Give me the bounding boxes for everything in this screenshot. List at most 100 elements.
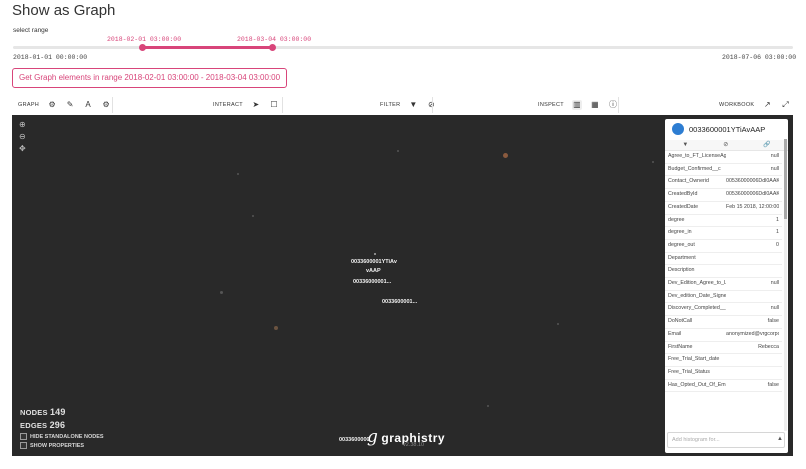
settings-icon[interactable]: ⚙ (47, 100, 57, 110)
graph-node[interactable] (274, 326, 278, 330)
exclude-icon[interactable]: ⊘ (723, 140, 728, 150)
attribute-row[interactable]: Dev_Edition_Agree_to_License_Agreement__… (665, 278, 782, 291)
attribute-row[interactable]: Agree_to_FT_LicenseAgreement__c null (665, 151, 782, 164)
graph-node[interactable] (252, 215, 254, 217)
table-icon[interactable]: ▦ (590, 100, 600, 110)
node-label[interactable]: 0033600001YTiAv (351, 259, 397, 265)
slider-selected-range (142, 46, 273, 49)
font-icon[interactable]: A (83, 100, 93, 110)
chevron-up-icon[interactable]: ▲ (777, 436, 783, 442)
attribute-row[interactable]: CreatedById 00536000006Ddl0AAK (665, 189, 782, 202)
slider-start-handle[interactable] (139, 44, 146, 51)
node-id: 0033600001YTiAvAAP (689, 124, 766, 134)
inspect-group: INSPECT ▥ ▦ ⓘ (538, 95, 618, 115)
attribute-row[interactable]: Description (665, 265, 782, 279)
inspector-tabs: ▼ ⊘ 🔗 (665, 140, 788, 151)
attribute-row[interactable]: Email anonymized@vrgcorporation.com (665, 329, 782, 342)
hide-standalone-option[interactable]: HIDE STANDALONE NODES (20, 433, 104, 440)
toolbar-separator (618, 97, 619, 113)
attribute-value (726, 354, 779, 366)
attribute-value: false (767, 381, 779, 388)
layout-icon[interactable]: ⚙ (101, 100, 111, 110)
attribute-value (726, 253, 779, 265)
attribute-key: CreatedDate (668, 203, 699, 210)
add-histogram-input[interactable]: Add histogram for... (667, 432, 785, 448)
fullscreen-icon[interactable]: ⤢ (780, 100, 790, 110)
attribute-row[interactable]: Dev_edition_Date_Signed_Up (665, 291, 782, 304)
show-properties-checkbox[interactable] (20, 442, 27, 449)
graph-node[interactable] (503, 153, 508, 158)
attribute-row[interactable]: degree_out 0 (665, 240, 782, 253)
hide-standalone-checkbox[interactable] (20, 433, 27, 440)
center-icon[interactable]: ✥ (19, 144, 26, 153)
attribute-list: Agree_to_FT_LicenseAgreement__cnullBudge… (665, 151, 782, 431)
pointer-icon[interactable]: ➤ (251, 100, 261, 110)
toolbar: GRAPH ⚙ ✎ A ⚙ INTERACT ➤ ☐ FILTER ▼ ⊘ IN… (12, 95, 793, 116)
get-range-button[interactable]: Get Graph elements in range 2018-02-01 0… (12, 68, 288, 88)
attribute-row[interactable]: DoNotCall false (665, 316, 782, 329)
graph-node[interactable] (220, 291, 223, 294)
attribute-row[interactable]: Contact_Ownerid 00536000006Ddl0AAK (665, 176, 782, 190)
nodes-label: NODES (20, 408, 48, 417)
info-icon[interactable]: ⓘ (608, 100, 618, 110)
attribute-row[interactable]: Free_Trial_Start_date (665, 354, 782, 367)
attribute-value (726, 265, 779, 277)
filter-label: FILTER (380, 102, 401, 108)
workbook-group: WORKBOOK ↗ ⤢ (719, 95, 790, 115)
inspector-header: 0033600001YTiAvAAP (665, 119, 788, 139)
histogram-icon[interactable]: ▥ (571, 100, 582, 110)
graph-label: GRAPH (18, 102, 40, 108)
attribute-row[interactable]: Budget_Confirmed__c null (665, 164, 782, 177)
inspect-label: INSPECT (538, 102, 564, 108)
attribute-key: Discovery_Completed__c (668, 305, 726, 312)
graph-group: GRAPH ⚙ ✎ A ⚙ (18, 95, 111, 115)
attribute-key: Free_Trial_Start_date (668, 356, 720, 363)
attribute-row[interactable]: FirstName Rebecca (665, 342, 782, 355)
graph-node[interactable] (557, 323, 559, 325)
attribute-key: FirstName (668, 343, 693, 350)
select-box-icon[interactable]: ☐ (269, 100, 279, 110)
attribute-row[interactable]: degree 1 (665, 215, 782, 228)
attribute-row[interactable]: Department (665, 253, 782, 266)
node-label[interactable]: 0033600000 (339, 437, 370, 443)
graph-node[interactable] (237, 173, 239, 175)
filter-icon[interactable]: ▼ (408, 100, 418, 110)
show-properties-label: SHOW PROPERTIES (30, 442, 85, 449)
show-properties-option[interactable]: SHOW PROPERTIES (20, 442, 84, 449)
node-label[interactable]: vAAP (366, 268, 381, 274)
attribute-row[interactable]: Discovery_Completed__c null (665, 303, 782, 317)
filter-icon[interactable]: ▼ (682, 140, 688, 150)
zoom-out-icon[interactable]: ⊖ (19, 132, 26, 141)
range-label: select range (13, 27, 49, 34)
node-label[interactable]: 0033600001... (382, 299, 417, 305)
zoom-in-icon[interactable]: ⊕ (19, 120, 26, 129)
brush-icon[interactable]: ✎ (65, 100, 75, 110)
open-external-icon[interactable]: ↗ (762, 100, 772, 110)
attribute-row[interactable]: Has_Opted_Out_Of_Email false (665, 380, 782, 393)
node-avatar (672, 123, 684, 135)
attribute-row[interactable]: degree_in 1 (665, 227, 782, 240)
node-label[interactable]: 00336000001... (353, 279, 391, 285)
graph-node[interactable] (397, 150, 399, 152)
slider-start-tooltip: 2018-02-01 03:00:00 (107, 36, 182, 43)
attribute-row[interactable]: Free_Trial_Status (665, 367, 782, 380)
attribute-value: 1 (776, 216, 779, 223)
slider-track[interactable] (13, 46, 793, 49)
version-label: v2.38.10 (403, 442, 425, 448)
slider-end-handle[interactable] (269, 44, 276, 51)
graph-node[interactable] (652, 161, 654, 163)
nodes-count: 149 (49, 407, 66, 417)
attribute-key: DoNotCall (668, 318, 693, 325)
graphistry-logo-glyph: g (367, 427, 379, 447)
attribute-value: Rebecca (758, 343, 779, 350)
graph-node[interactable] (374, 253, 376, 255)
link-icon[interactable]: 🔗 (763, 140, 770, 150)
interact-group: INTERACT ➤ ☐ (213, 95, 279, 115)
inspector-scrollbar-thumb[interactable] (784, 139, 787, 219)
attribute-key: degree (668, 216, 685, 223)
graph-node[interactable] (487, 405, 489, 407)
edge-count: EDGES 296 (20, 420, 65, 430)
node-count: NODES 149 (20, 407, 66, 417)
inspector-panel: 0033600001YTiAvAAP ▼ ⊘ 🔗 Agree_to_FT_Lic… (665, 119, 788, 453)
attribute-row[interactable]: CreatedDate Feb 15 2018, 12:00:00 am UTC (665, 202, 782, 215)
